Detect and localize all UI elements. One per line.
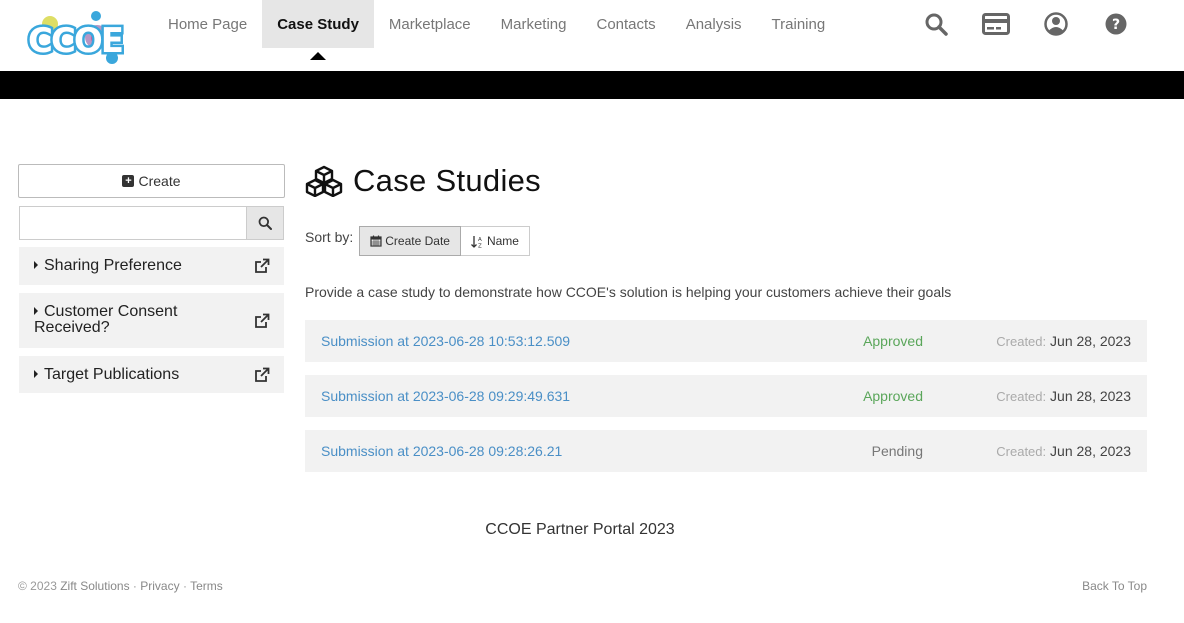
svg-text:?: ?: [1112, 17, 1120, 33]
help-icon[interactable]: ?: [1086, 10, 1146, 38]
search-button[interactable]: [246, 206, 284, 240]
top-header: CCOE CCOE Home Page Case Study Marketpla…: [0, 0, 1184, 71]
created-info: Created: Jun 28, 2023: [923, 443, 1131, 459]
caret-right-icon: [34, 260, 38, 269]
submission-row: Submission at 2023-06-28 10:53:12.509 Ap…: [305, 320, 1147, 362]
nav-marketplace[interactable]: Marketplace: [374, 0, 486, 48]
nav-label: Home Page: [168, 15, 248, 33]
footer-separator: ·: [129, 579, 141, 593]
submission-link[interactable]: Submission at 2023-06-28 09:29:49.631: [321, 388, 723, 404]
external-link-icon[interactable]: [254, 258, 270, 274]
nav-label: Training: [771, 15, 826, 33]
copyright-text: © 2023: [18, 579, 61, 593]
sort-label: Sort by:: [305, 229, 354, 245]
nav-label: Marketplace: [388, 15, 471, 33]
nav-case-study[interactable]: Case Study: [262, 0, 374, 60]
created-label: Created:: [996, 444, 1047, 459]
created-info: Created: Jun 28, 2023: [923, 333, 1131, 349]
nav-analysis[interactable]: Analysis: [671, 0, 757, 48]
nav-label: Analysis: [685, 15, 742, 33]
nav-contacts[interactable]: Contacts: [581, 0, 670, 48]
submission-list: Submission at 2023-06-28 10:53:12.509 Ap…: [305, 320, 1147, 472]
create-button[interactable]: + Create: [18, 164, 285, 198]
sort-name-button[interactable]: AZ Name: [460, 226, 530, 256]
footer-links: © 2023 Zift Solutions · Privacy · Terms: [18, 579, 223, 593]
nav-marketing[interactable]: Marketing: [486, 0, 582, 48]
filter-target-publications[interactable]: Target Publications: [19, 356, 284, 393]
created-date: Jun 28, 2023: [1050, 443, 1131, 459]
cubes-icon: [305, 165, 343, 197]
sort-create-date-button[interactable]: Create Date: [359, 226, 461, 256]
submission-row: Submission at 2023-06-28 09:28:26.21 Pen…: [305, 430, 1147, 472]
svg-text:CCOE: CCOE: [28, 21, 122, 61]
caret-right-icon: [34, 306, 38, 315]
user-icon[interactable]: [1026, 10, 1086, 38]
nav-label: Case Study: [277, 15, 359, 33]
sort-bar: Sort by: Create Date AZ Name: [305, 226, 1147, 256]
credit-card-icon[interactable]: [966, 10, 1026, 38]
search-icon: [258, 216, 272, 230]
filter-label: Sharing Preference: [44, 257, 182, 274]
company-link[interactable]: Zift Solutions: [60, 579, 129, 593]
header-banner-bar: [0, 71, 1184, 99]
filter-label: Customer Consent Received?: [34, 303, 178, 336]
search-icon[interactable]: [906, 10, 966, 38]
header-icons: ?: [906, 10, 1146, 38]
main-content: Case Studies Sort by: Create Date AZ Nam…: [305, 160, 1147, 485]
status-badge: Pending: [871, 443, 923, 459]
active-caret-icon: [310, 52, 327, 60]
submission-row: Submission at 2023-06-28 09:29:49.631 Ap…: [305, 375, 1147, 417]
calendar-icon: [370, 235, 382, 247]
plus-square-icon: +: [122, 175, 135, 187]
search-input[interactable]: [19, 206, 246, 240]
nav-label: Marketing: [500, 15, 567, 33]
status-badge: Approved: [863, 388, 923, 404]
filter-customer-consent[interactable]: Customer Consent Received?: [19, 293, 284, 348]
back-to-top-link[interactable]: Back To Top: [1082, 579, 1147, 593]
created-info: Created: Jun 28, 2023: [923, 388, 1131, 404]
submission-link[interactable]: Submission at 2023-06-28 09:28:26.21: [321, 443, 723, 459]
created-label: Created:: [996, 334, 1047, 349]
external-link-icon[interactable]: [254, 313, 270, 329]
create-label: Create: [138, 173, 181, 189]
nav-training[interactable]: Training: [757, 0, 841, 48]
sidebar: + Create Sharing Preference Customer Con…: [18, 164, 285, 393]
portal-footer-text: CCOE Partner Portal 2023: [485, 521, 675, 538]
page-title: Case Studies: [353, 163, 541, 198]
external-link-icon[interactable]: [254, 367, 270, 383]
page-header: Case Studies: [305, 160, 1147, 202]
sort-option-label: Name: [486, 234, 519, 248]
nav-home-page[interactable]: Home Page: [153, 0, 262, 48]
sort-alpha-icon: AZ: [470, 235, 482, 248]
sort-option-label: Create Date: [385, 234, 450, 248]
created-date: Jun 28, 2023: [1050, 333, 1131, 349]
footer-separator: ·: [179, 579, 191, 593]
sidebar-search: [19, 206, 284, 240]
terms-link[interactable]: Terms: [190, 579, 223, 593]
status-badge: Approved: [863, 333, 923, 349]
created-label: Created:: [996, 389, 1047, 404]
page-description: Provide a case study to demonstrate how …: [305, 284, 952, 300]
privacy-link[interactable]: Privacy: [140, 579, 179, 593]
submission-link[interactable]: Submission at 2023-06-28 10:53:12.509: [321, 333, 723, 349]
svg-text:Z: Z: [478, 243, 482, 248]
nav-label: Contacts: [596, 15, 656, 33]
filter-label: Target Publications: [44, 366, 180, 383]
caret-right-icon: [34, 369, 38, 378]
created-date: Jun 28, 2023: [1050, 388, 1131, 404]
ccoe-logo[interactable]: CCOE CCOE: [26, 8, 136, 66]
main-nav: Home Page Case Study Marketplace Marketi…: [153, 0, 841, 60]
svg-text:A: A: [478, 237, 482, 243]
filter-sharing-preference[interactable]: Sharing Preference: [19, 247, 284, 285]
